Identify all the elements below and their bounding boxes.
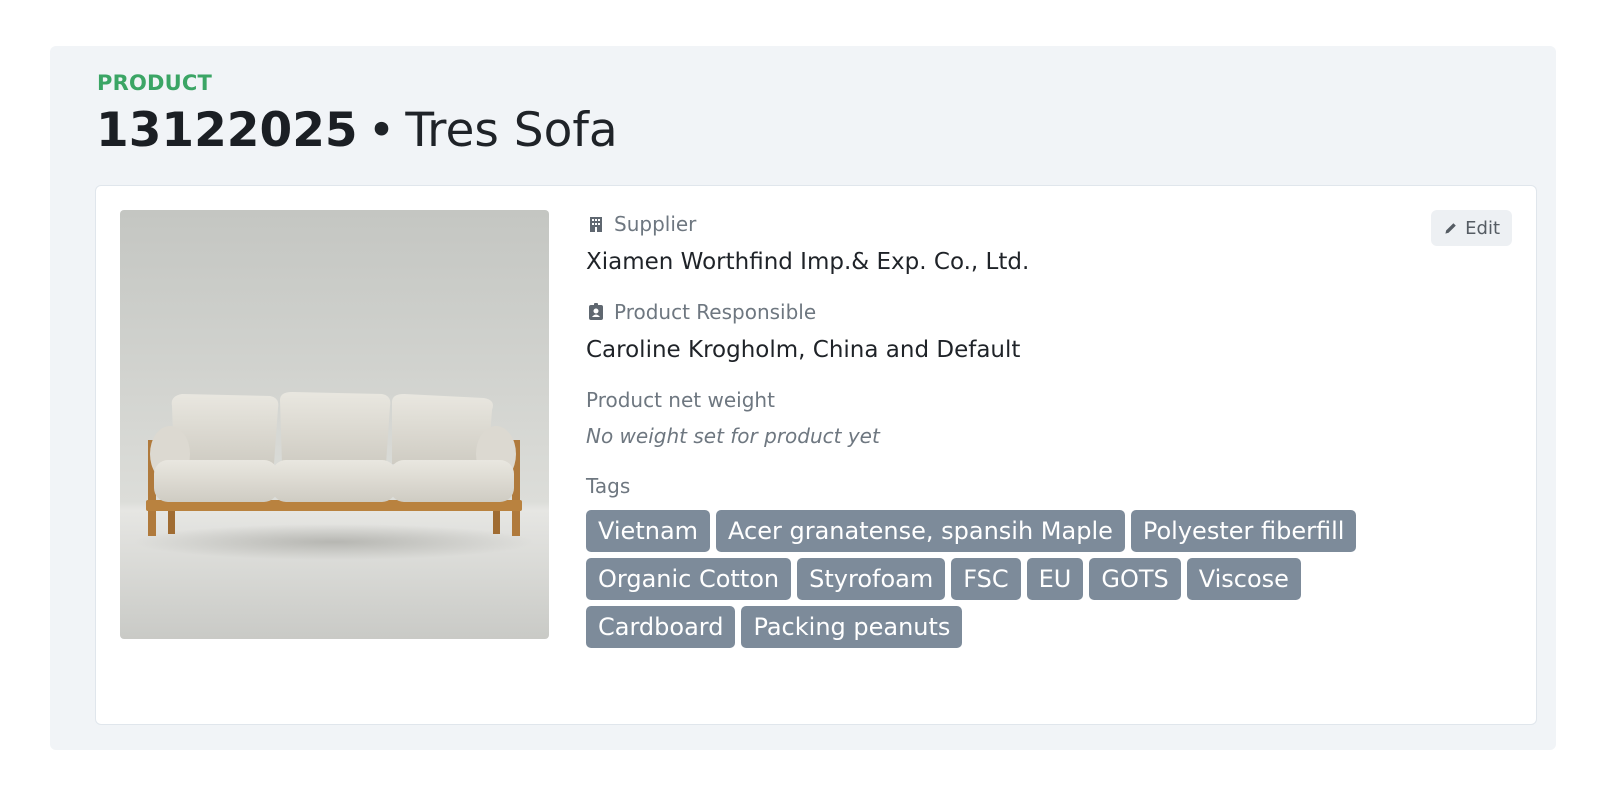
page-title: 13122025 • Tres Sofa xyxy=(96,103,618,158)
tag[interactable]: Packing peanuts xyxy=(741,606,963,648)
tag[interactable]: Acer granatense, spansih Maple xyxy=(716,510,1125,552)
supplier-value: Xiamen Worthfind Imp.& Exp. Co., Ltd. xyxy=(586,249,1030,275)
supplier-label-text: Supplier xyxy=(614,212,697,236)
id-badge-icon xyxy=(589,303,603,320)
product-details: Supplier Xiamen Worthfind Imp.& Exp. Co.… xyxy=(586,210,1446,648)
tag[interactable]: EU xyxy=(1026,558,1084,600)
weight-label: Product net weight xyxy=(586,388,775,412)
tag[interactable]: Viscose xyxy=(1186,558,1301,600)
weight-value: No weight set for product yet xyxy=(586,424,880,448)
sofa-photo xyxy=(120,210,549,639)
responsible-label-text: Product Responsible xyxy=(614,300,817,324)
edit-button-label: Edit xyxy=(1465,217,1500,239)
responsible-label: Product Responsible xyxy=(586,298,1446,326)
tag[interactable]: GOTS xyxy=(1089,558,1181,600)
product-card: Supplier Xiamen Worthfind Imp.& Exp. Co.… xyxy=(95,185,1537,725)
tags-label: Tags xyxy=(586,474,631,498)
tag-list: Vietnam Acer granatense, spansih Maple P… xyxy=(586,510,1446,648)
tag[interactable]: FSC xyxy=(951,558,1021,600)
tag[interactable]: Organic Cotton xyxy=(586,558,792,600)
pencil-icon xyxy=(1445,223,1456,234)
supplier-label: Supplier xyxy=(586,210,1446,238)
section-eyebrow: PRODUCT xyxy=(97,71,213,95)
edit-button[interactable]: Edit xyxy=(1431,210,1512,246)
product-number: 13122025 xyxy=(96,103,358,158)
product-image xyxy=(120,210,549,639)
responsible-value: Caroline Krogholm, China and Default xyxy=(586,337,1021,363)
tag[interactable]: Cardboard xyxy=(586,606,736,648)
product-panel: PRODUCT 13122025 • Tres Sofa Supplier Xi… xyxy=(50,46,1556,750)
product-name: Tres Sofa xyxy=(405,103,618,158)
tag[interactable]: Vietnam xyxy=(586,510,711,552)
title-separator: • xyxy=(367,103,396,158)
building-icon xyxy=(590,217,602,232)
tag[interactable]: Styrofoam xyxy=(797,558,946,600)
tag[interactable]: Polyester fiberfill xyxy=(1130,510,1357,552)
